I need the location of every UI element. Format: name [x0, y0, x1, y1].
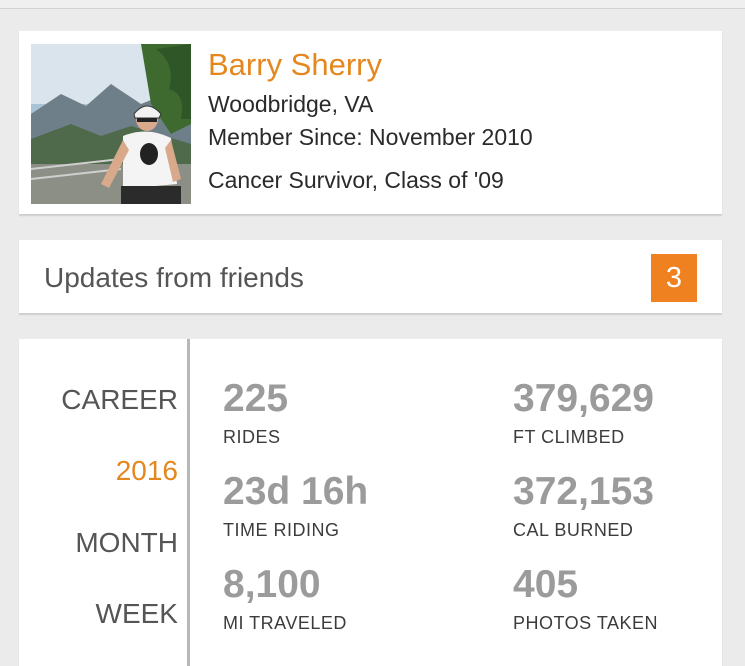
stats-card: CAREER 2016 MONTH WEEK 225 RIDES 379,629…	[19, 339, 722, 666]
profile-card[interactable]: Barry Sherry Woodbridge, VA Member Since…	[19, 31, 722, 214]
stat-rides-label: RIDES	[223, 427, 281, 447]
stat-photos-taken-value: 405	[513, 563, 579, 606]
period-tab-month[interactable]: MONTH	[75, 527, 178, 559]
top-status-strip	[0, 0, 745, 9]
stat-time-riding-value: 23d 16h	[223, 470, 369, 513]
stat-time-riding-label: TIME RIDING	[223, 520, 340, 540]
period-tab-week[interactable]: WEEK	[96, 598, 178, 630]
stat-ft-climbed-value: 379,629	[513, 377, 654, 420]
period-tab-career[interactable]: CAREER	[61, 384, 178, 416]
updates-label: Updates from friends	[44, 262, 304, 293]
cyclist-photo-illustration	[31, 44, 191, 204]
stat-mi-traveled-value: 8,100	[223, 563, 321, 606]
stat-ft-climbed-label: FT CLIMBED	[513, 427, 625, 447]
stat-rides-value: 225	[223, 377, 289, 420]
profile-photo[interactable]	[31, 44, 191, 204]
period-divider	[187, 339, 190, 666]
profile-location: Woodbridge, VA	[208, 91, 374, 117]
updates-from-friends-row[interactable]: Updates from friends 3	[19, 240, 722, 313]
stat-photos-taken-label: PHOTOS TAKEN	[513, 613, 659, 633]
profile-tagline: Cancer Survivor, Class of '09	[208, 167, 504, 193]
stat-cal-burned-label: CAL BURNED	[513, 520, 634, 540]
period-tab-2016[interactable]: 2016	[116, 455, 178, 487]
profile-name[interactable]: Barry Sherry	[208, 47, 382, 83]
member-since: Member Since: November 2010	[208, 124, 533, 150]
updates-count-badge: 3	[651, 254, 697, 302]
stat-mi-traveled-label: MI TRAVELED	[223, 613, 347, 633]
stat-cal-burned-value: 372,153	[513, 470, 654, 513]
